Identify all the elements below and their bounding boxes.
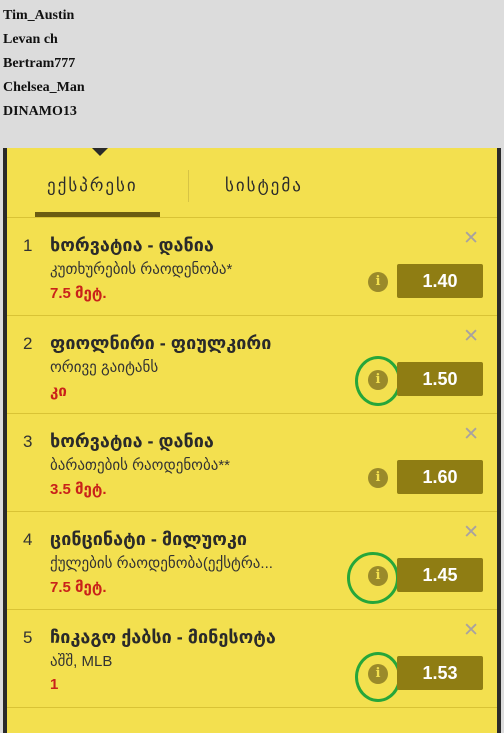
- match-name: ცინცინატი - მილუოკი: [50, 529, 248, 549]
- tab-express[interactable]: ექსპრესი: [47, 176, 138, 196]
- match-name: ჩიკაგო ქაბსი - მინესოტა: [50, 627, 276, 647]
- close-icon[interactable]: ✕: [463, 425, 479, 444]
- highlight-circle: [355, 652, 401, 702]
- selection: 3.5 მეტ.: [50, 481, 107, 498]
- bet-slip-panel: ექსპრესი სისტემა 1 ხორვატია - დანია კუთხ…: [7, 148, 497, 733]
- close-icon[interactable]: ✕: [463, 327, 479, 346]
- market-name: აშშ, MLB: [50, 653, 113, 670]
- close-icon[interactable]: ✕: [463, 523, 479, 542]
- username: Levan ch: [3, 32, 58, 47]
- tab-system[interactable]: სისტემა: [225, 176, 303, 196]
- market-name: კუთხურების რაოდენობა*: [50, 261, 233, 278]
- username: Bertram777: [3, 56, 76, 71]
- close-icon[interactable]: ✕: [463, 621, 479, 640]
- username: Chelsea_Man: [3, 80, 85, 95]
- odds-button[interactable]: 1.40: [397, 264, 483, 298]
- selection: კი: [50, 383, 67, 400]
- match-name: ფიოლნირი - ფიულკირი: [50, 333, 272, 353]
- selection: 7.5 მეტ.: [50, 285, 107, 302]
- username-list: Tim_Austin Levan ch Bertram777 Chelsea_M…: [3, 6, 85, 126]
- odds-button[interactable]: 1.45: [397, 558, 483, 592]
- bet-row: 3 ხორვატია - დანია ბარათების რაოდენობა**…: [7, 414, 497, 512]
- odds-button[interactable]: 1.50: [397, 362, 483, 396]
- panel-pointer: [91, 148, 109, 156]
- highlight-circle: [355, 356, 401, 406]
- odds-button[interactable]: 1.53: [397, 656, 483, 690]
- match-name: ხორვატია - დანია: [50, 431, 214, 451]
- bet-index: 2: [23, 334, 33, 353]
- bet-row: 5 ჩიკაგო ქაბსი - მინესოტა აშშ, MLB 1 ✕ i…: [7, 610, 497, 708]
- username: DINAMO13: [3, 104, 77, 119]
- bet-index: 1: [23, 236, 33, 255]
- bet-index: 5: [23, 628, 33, 647]
- close-icon[interactable]: ✕: [463, 229, 479, 248]
- info-icon[interactable]: i: [368, 272, 388, 292]
- bet-index: 3: [23, 432, 33, 451]
- selection: 1: [50, 676, 59, 693]
- info-icon[interactable]: i: [368, 468, 388, 488]
- active-tab-indicator: [35, 212, 160, 217]
- bet-index: 4: [23, 530, 33, 549]
- selection: 7.5 მეტ.: [50, 579, 107, 596]
- bet-row: 1 ხორვატია - დანია კუთხურების რაოდენობა*…: [7, 218, 497, 316]
- odds-button[interactable]: 1.60: [397, 460, 483, 494]
- match-name: ხორვატია - დანია: [50, 235, 214, 255]
- bet-row: 2 ფიოლნირი - ფიულკირი ორივე გაიტანს კი ✕…: [7, 316, 497, 414]
- username: Tim_Austin: [3, 8, 75, 23]
- bet-row: 4 ცინცინატი - მილუოკი ქულების რაოდენობა(…: [7, 512, 497, 610]
- tab-divider: [188, 170, 189, 202]
- highlight-circle: [347, 552, 399, 604]
- market-name: ქულების რაოდენობა(ექსტრა...: [50, 555, 273, 572]
- market-name: ორივე გაიტანს: [50, 359, 159, 376]
- bet-type-tabs: ექსპრესი სისტემა: [7, 148, 497, 218]
- bet-slip: ექსპრესი სისტემა 1 ხორვატია - დანია კუთხ…: [3, 148, 501, 733]
- market-name: ბარათების რაოდენობა**: [50, 457, 231, 474]
